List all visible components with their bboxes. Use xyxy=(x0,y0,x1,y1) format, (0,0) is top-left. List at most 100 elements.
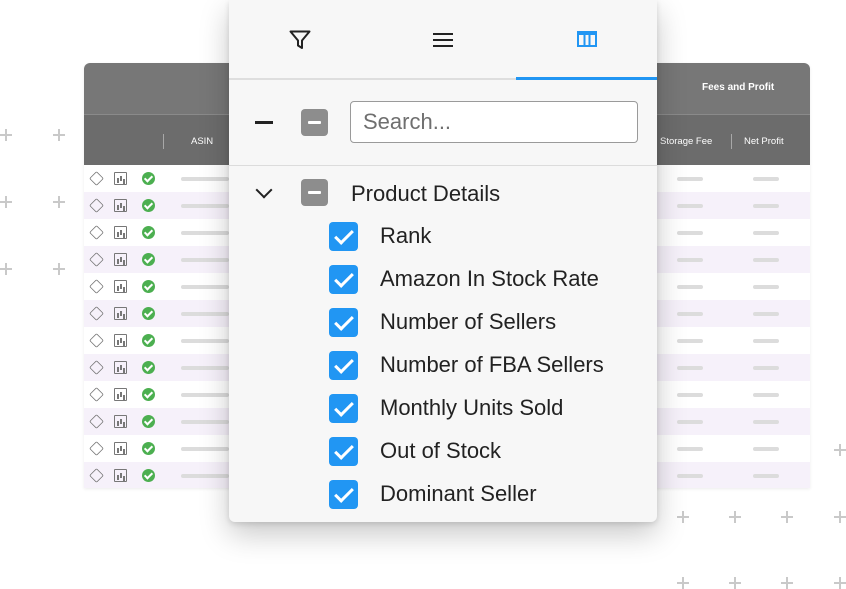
fees-and-profit-header[interactable]: Fees and Profit xyxy=(702,82,774,93)
package-icon[interactable] xyxy=(89,414,104,429)
group-label: Product Details xyxy=(351,181,501,206)
tab-columns[interactable] xyxy=(516,0,657,80)
chart-icon[interactable] xyxy=(114,280,127,293)
column-header-net-profit[interactable]: Net Profit xyxy=(744,136,784,147)
collapse-all-icon[interactable] xyxy=(255,121,273,124)
placeholder-bar xyxy=(753,177,779,181)
placeholder-bar xyxy=(677,447,703,451)
placeholder-bar xyxy=(753,204,779,208)
column-search-row xyxy=(229,80,657,166)
column-item[interactable]: Monthly Units Sold xyxy=(329,394,649,426)
chart-icon[interactable] xyxy=(114,361,127,374)
placeholder-bar xyxy=(181,204,229,208)
panel-tabs xyxy=(229,0,657,80)
tab-general[interactable] xyxy=(372,0,514,80)
placeholder-bar xyxy=(753,231,779,235)
column-item[interactable]: Rank xyxy=(329,222,649,254)
package-icon[interactable] xyxy=(89,333,104,348)
filter-icon xyxy=(289,30,311,49)
column-item[interactable]: Out of Stock xyxy=(329,437,649,469)
placeholder-bar xyxy=(677,177,703,181)
placeholder-bar xyxy=(753,258,779,262)
tab-filter[interactable] xyxy=(229,0,371,80)
column-checkbox[interactable] xyxy=(329,351,358,380)
column-search-input[interactable] xyxy=(350,101,638,143)
chart-icon[interactable] xyxy=(114,415,127,428)
placeholder-bar xyxy=(181,285,229,289)
column-item[interactable]: Number of FBA Sellers xyxy=(329,351,649,383)
group-checkbox[interactable] xyxy=(301,179,328,206)
menu-icon xyxy=(433,33,453,47)
chart-icon[interactable] xyxy=(114,307,127,320)
placeholder-bar xyxy=(753,393,779,397)
column-header-asin[interactable]: ASIN xyxy=(191,136,213,147)
placeholder-bar xyxy=(677,312,703,316)
package-icon[interactable] xyxy=(89,279,104,294)
placeholder-bar xyxy=(753,474,779,478)
column-checkbox[interactable] xyxy=(329,265,358,294)
chart-icon[interactable] xyxy=(114,253,127,266)
column-checkbox[interactable] xyxy=(329,480,358,509)
chart-icon[interactable] xyxy=(114,199,127,212)
package-icon[interactable] xyxy=(89,252,104,267)
column-header-storage-fee[interactable]: Storage Fee xyxy=(660,136,712,147)
chart-icon[interactable] xyxy=(114,172,127,185)
placeholder-bar xyxy=(181,474,229,478)
select-all-checkbox[interactable] xyxy=(301,109,328,136)
placeholder-bar xyxy=(753,285,779,289)
placeholder-bar xyxy=(677,474,703,478)
package-icon[interactable] xyxy=(89,198,104,213)
placeholder-bar xyxy=(753,420,779,424)
placeholder-bar xyxy=(181,366,229,370)
decor-plus xyxy=(834,577,846,589)
check-circle-icon xyxy=(142,226,155,239)
decor-plus xyxy=(834,444,846,456)
package-icon[interactable] xyxy=(89,441,104,456)
placeholder-bar xyxy=(181,393,229,397)
placeholder-bar xyxy=(181,231,229,235)
placeholder-bar xyxy=(753,366,779,370)
placeholder-bar xyxy=(181,258,229,262)
chart-icon[interactable] xyxy=(114,334,127,347)
column-chooser-panel: Product Details Rank Amazon In Stock Rate… xyxy=(229,0,657,522)
check-circle-icon xyxy=(142,334,155,347)
check-circle-icon xyxy=(142,442,155,455)
chart-icon[interactable] xyxy=(114,226,127,239)
package-icon[interactable] xyxy=(89,306,104,321)
placeholder-bar xyxy=(753,447,779,451)
decor-plus xyxy=(53,263,65,275)
placeholder-bar xyxy=(181,177,229,181)
package-icon[interactable] xyxy=(89,360,104,375)
package-icon[interactable] xyxy=(89,387,104,402)
column-item[interactable]: Amazon In Stock Rate xyxy=(329,265,649,297)
column-label: Rank xyxy=(380,223,432,248)
columns-icon xyxy=(577,30,597,47)
placeholder-bar xyxy=(181,312,229,316)
decor-plus xyxy=(0,129,12,141)
placeholder-bar xyxy=(677,420,703,424)
package-icon[interactable] xyxy=(89,468,104,483)
column-checkbox[interactable] xyxy=(329,394,358,423)
check-circle-icon xyxy=(142,415,155,428)
package-icon[interactable] xyxy=(89,225,104,240)
placeholder-bar xyxy=(677,366,703,370)
column-separator[interactable] xyxy=(731,134,732,149)
chart-icon[interactable] xyxy=(114,388,127,401)
column-label: Dominant Seller xyxy=(380,481,537,506)
check-circle-icon xyxy=(142,388,155,401)
decor-plus xyxy=(0,263,12,275)
decor-plus xyxy=(729,511,741,523)
placeholder-bar xyxy=(677,204,703,208)
column-label: Monthly Units Sold xyxy=(380,395,564,420)
column-item[interactable]: Number of Sellers xyxy=(329,308,649,340)
chevron-down-icon[interactable] xyxy=(255,181,273,199)
package-icon[interactable] xyxy=(89,171,104,186)
column-separator[interactable] xyxy=(163,134,164,149)
column-checkbox[interactable] xyxy=(329,437,358,466)
column-checkbox[interactable] xyxy=(329,308,358,337)
chart-icon[interactable] xyxy=(114,469,127,482)
column-checkbox[interactable] xyxy=(329,222,358,251)
column-item[interactable]: Dominant Seller xyxy=(329,480,649,512)
chart-icon[interactable] xyxy=(114,442,127,455)
decor-plus xyxy=(53,129,65,141)
